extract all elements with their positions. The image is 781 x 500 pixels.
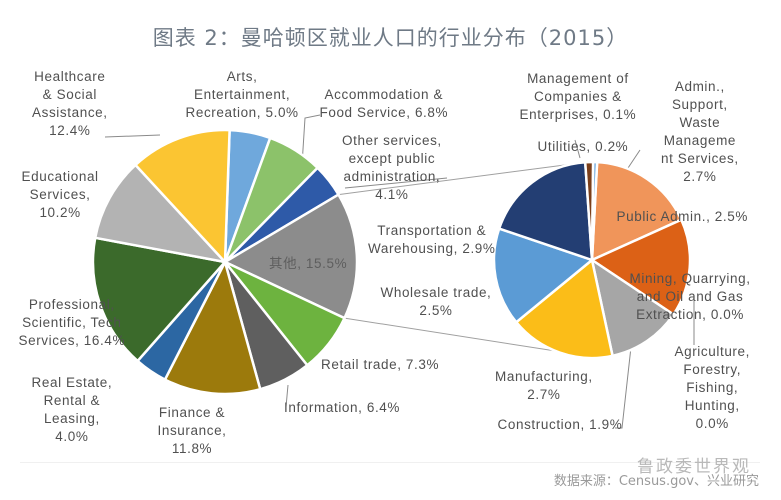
data-label-line: Arts, [226, 69, 258, 84]
data-label-healthcare: Healthcare & Social Assistance, 12.4% [32, 68, 108, 140]
data-label-line: 4.1% [375, 187, 409, 202]
data-label-line: Admin., [674, 79, 725, 94]
data-label-line: Leasing, [43, 411, 100, 426]
data-label-other-services: Other services, except public administrati… [342, 132, 442, 204]
data-label-line: Services, [29, 187, 91, 202]
data-label-line: Services, 16.4% [18, 333, 126, 348]
data-label-line: 12.4% [49, 123, 91, 138]
data-label-arts: Arts, Entertainment, Recreation, 5.0% [186, 68, 299, 122]
data-label-line: 2.7% [683, 169, 717, 184]
data-label-line: Support, [671, 97, 728, 112]
data-label-accommodation: Accommodation & Food Service, 6.8% [320, 86, 449, 122]
data-label-line: Waste [679, 115, 721, 130]
data-label-line: 0.0% [695, 416, 729, 431]
data-label-professional: Professional, Scientific, Tech Services, 1… [19, 296, 126, 350]
data-label-utilities: Utilities, 0.2% [538, 138, 629, 156]
data-label-management: Management of Companies & Enterprises, 0.1… [520, 70, 637, 124]
data-label-line: and Oil and Gas [636, 289, 744, 304]
data-label-line: Fishing, [686, 380, 739, 395]
data-label-line: Manufacturing, [495, 369, 593, 384]
data-label-line: Management of [527, 71, 629, 86]
data-label-line: & Social [42, 87, 97, 102]
data-label-public-admin: Public Admin., 2.5% [617, 208, 748, 226]
data-label-line: Educational [21, 169, 99, 184]
data-label-line: Healthcare [34, 69, 106, 84]
data-label-retail: Retail trade, 7.3% [321, 356, 439, 374]
data-label-manufacturing: Manufacturing, 2.7% [495, 368, 593, 404]
data-label-line: Assistance, [32, 105, 108, 120]
data-label-line: Food Service, 6.8% [319, 105, 449, 120]
data-label-information: Information, 6.4% [284, 399, 400, 417]
data-label-line: Information, 6.4% [284, 400, 401, 415]
data-label-admin-support: Admin., Support, Waste Manageme nt Services,… [661, 78, 739, 186]
data-label-line: Mining, Quarrying, [629, 271, 751, 286]
leader-line [104, 134, 161, 138]
data-label-line: 4.0% [55, 429, 89, 444]
data-label-line: Public Admin., 2.5% [616, 209, 748, 224]
data-label-construction: Construction, 1.9% [498, 416, 623, 434]
data-label-line: 10.2% [39, 205, 81, 220]
data-label-line: Enterprises, 0.1% [519, 107, 637, 122]
data-label-line: Manageme [663, 133, 737, 148]
data-label-line: Recreation, 5.0% [185, 105, 299, 120]
data-label-line: Companies & [534, 89, 622, 104]
data-label-mining: Mining, Quarrying, and Oil and Gas Extract… [630, 270, 751, 324]
data-label-real-estate: Real Estate, Rental & Leasing, 4.0% [32, 374, 113, 446]
data-label-line: 其他, 15.5% [269, 256, 348, 271]
data-label-line: Entertainment, [193, 87, 291, 102]
data-label-line: Warehousing, 2.9% [368, 241, 496, 256]
data-label-line: except public [348, 151, 436, 166]
data-label-line: 2.5% [419, 303, 453, 318]
data-label-line: Rental & [43, 393, 101, 408]
data-label-line: Insurance, [157, 423, 227, 438]
data-label-agriculture: Agriculture, Forestry, Fishing, Hunting, 0.0… [675, 343, 750, 433]
data-label-line: Professional, [28, 297, 115, 312]
data-label-line: Other services, [342, 133, 442, 148]
data-label-educational: Educational Services, 10.2% [22, 168, 99, 222]
data-label-others-group: 其他, 15.5% [269, 255, 347, 273]
data-label-line: nt Services, [661, 151, 739, 166]
data-label-finance: Finance & Insurance, 11.8% [158, 404, 227, 458]
data-label-line: administration, [343, 169, 441, 184]
secondary-pie [492, 160, 692, 360]
data-label-wholesale: Wholesale trade, 2.5% [381, 284, 492, 320]
data-label-transportation: Transportation & Warehousing, 2.9% [368, 222, 496, 258]
source-note: 数据来源：Census.gov、兴业研究 [553, 474, 759, 489]
data-label-line: 2.7% [527, 387, 561, 402]
data-label-line: Accommodation & [324, 87, 444, 102]
data-label-line: Utilities, 0.2% [537, 139, 629, 154]
data-label-line: Transportation & [377, 223, 487, 238]
data-label-line: Retail trade, 7.3% [321, 357, 440, 372]
data-label-line: Scientific, Tech [22, 315, 122, 330]
data-label-line: Forestry, [683, 362, 742, 377]
data-label-line: Finance & [158, 405, 226, 420]
data-label-line: Wholesale trade, [380, 285, 492, 300]
data-label-line: Construction, 1.9% [497, 417, 623, 432]
data-label-line: 11.8% [171, 441, 213, 456]
data-label-line: Hunting, [684, 398, 740, 413]
data-label-line: Agriculture, [674, 344, 750, 359]
data-label-line: Extraction, 0.0% [636, 307, 744, 322]
data-label-line: Real Estate, [31, 375, 113, 390]
